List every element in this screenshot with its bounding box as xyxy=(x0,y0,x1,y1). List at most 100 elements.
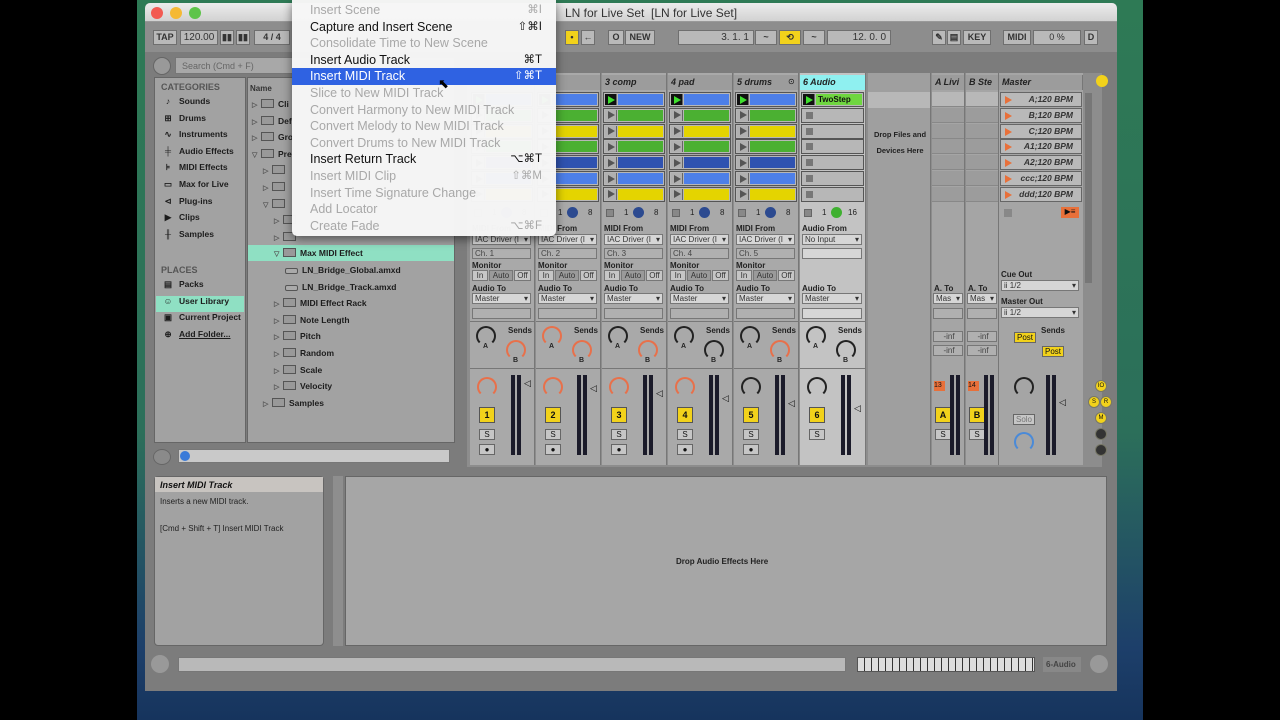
midi-map-button[interactable]: MIDI xyxy=(1003,30,1031,45)
clip-slot[interactable] xyxy=(669,155,731,171)
scene-launch-button[interactable]: ddd;120 BPM xyxy=(1000,186,1082,202)
solo-button[interactable]: S xyxy=(677,429,693,440)
clip-stop-button[interactable] xyxy=(806,111,813,119)
place-add-folder-[interactable]: ⊕ Add Folder... xyxy=(156,329,244,345)
output-type-dropdown[interactable]: Master xyxy=(604,293,663,304)
monitor-in-button[interactable]: In xyxy=(538,270,554,281)
minimize-button[interactable] xyxy=(170,7,182,19)
input-type-dropdown[interactable]: IAC Driver (I xyxy=(736,234,795,245)
clip-slot[interactable] xyxy=(669,139,731,155)
clip-launch-button[interactable] xyxy=(737,157,749,169)
category-plug-ins[interactable]: ⊲ Plug-ins xyxy=(161,196,245,212)
volume-fader-handle[interactable]: ◁ xyxy=(788,398,795,409)
clip-launch-button[interactable] xyxy=(671,157,683,169)
vertical-scrollbar[interactable] xyxy=(1085,93,1092,283)
menu-item[interactable]: Insert Audio Track ⌘T xyxy=(292,52,556,69)
output-channel-dropdown[interactable] xyxy=(472,308,531,319)
clip-launch-button[interactable] xyxy=(737,188,749,200)
menu-item[interactable]: Slice to New MIDI Track xyxy=(292,85,556,102)
input-type-dropdown[interactable]: No Input xyxy=(802,234,862,245)
clip-launch-button[interactable] xyxy=(671,173,683,184)
clip-launch-button[interactable] xyxy=(671,125,683,137)
track-activator-button[interactable]: 5 xyxy=(743,407,759,423)
file-row[interactable]: ▷ Note Length xyxy=(248,312,454,328)
clip[interactable] xyxy=(552,173,597,184)
scene-launch-button[interactable]: ccc;120 BPM xyxy=(1000,171,1082,186)
expand-arrow-icon[interactable]: ▷ xyxy=(274,364,283,378)
collapse-arrow-icon[interactable]: ▽ xyxy=(274,247,283,261)
input-channel-dropdown[interactable]: Ch. 4 xyxy=(670,248,729,259)
clip-slot[interactable] xyxy=(735,155,797,171)
clip-slot[interactable] xyxy=(735,92,797,107)
menu-item[interactable]: Insert Return Track ⌥⌘T xyxy=(292,151,556,168)
file-row[interactable]: ▷ MIDI Effect Rack xyxy=(248,295,454,311)
input-channel-dropdown[interactable]: Ch. 3 xyxy=(604,248,663,259)
clip-slot[interactable] xyxy=(669,107,731,123)
track-stop-button[interactable] xyxy=(606,209,614,217)
scene-launch-button[interactable]: A2;120 BPM xyxy=(1000,155,1082,171)
clip[interactable] xyxy=(552,125,597,137)
clip[interactable] xyxy=(618,188,663,200)
sends-toggle-button[interactable]: S xyxy=(1088,396,1100,408)
clip-launch-button[interactable] xyxy=(605,141,617,153)
session-view-button[interactable] xyxy=(1096,75,1108,87)
io-toggle-button[interactable]: IO xyxy=(1095,380,1107,392)
collapse-arrow-icon[interactable]: ▽ xyxy=(252,148,261,162)
output-type-dropdown[interactable]: Master xyxy=(472,293,531,304)
clip[interactable] xyxy=(684,125,729,137)
monitor-in-button[interactable]: In xyxy=(736,270,752,281)
clip-launch-button[interactable] xyxy=(671,141,683,153)
clip-slot[interactable] xyxy=(669,92,731,107)
input-channel-dropdown[interactable]: Ch. 2 xyxy=(538,248,597,259)
clip-slot[interactable] xyxy=(735,123,797,139)
master-track-header[interactable]: Master xyxy=(999,75,1083,90)
monitor-in-button[interactable]: In xyxy=(670,270,686,281)
tempo-field[interactable]: 120.00 xyxy=(180,30,218,45)
output-channel-dropdown[interactable] xyxy=(670,308,729,319)
preview-bar[interactable] xyxy=(178,449,450,463)
input-channel-dropdown[interactable]: Ch. 1 xyxy=(472,248,531,259)
clip[interactable] xyxy=(684,173,729,184)
clip-launch-button[interactable] xyxy=(605,94,617,105)
monitor-auto-button[interactable]: Auto xyxy=(555,270,579,281)
stop-all-clips-button[interactable] xyxy=(1004,209,1012,217)
category-instruments[interactable]: ∿ Instruments xyxy=(161,129,245,145)
expand-arrow-icon[interactable]: ▷ xyxy=(263,164,272,178)
clip[interactable] xyxy=(684,188,729,200)
clip-slot[interactable] xyxy=(801,139,864,155)
pan-knob[interactable] xyxy=(609,377,629,397)
solo-button[interactable]: S xyxy=(809,429,825,440)
menu-item[interactable]: Convert Melody to New MIDI Track xyxy=(292,118,556,135)
drop-files-zone[interactable]: Drop Files and Devices Here xyxy=(872,127,928,159)
clip-slot[interactable] xyxy=(801,123,864,139)
clip[interactable] xyxy=(750,94,795,105)
file-row[interactable]: ▷ Samples xyxy=(248,395,454,411)
expand-arrow-icon[interactable]: ▷ xyxy=(274,347,283,361)
monitor-in-button[interactable]: In xyxy=(604,270,620,281)
place-packs[interactable]: ▤ Packs xyxy=(156,279,244,295)
monitor-off-button[interactable]: Off xyxy=(778,270,795,281)
browser-toggle-button[interactable] xyxy=(153,57,171,75)
returns-toggle-button[interactable]: R xyxy=(1100,396,1112,408)
output-dropdown[interactable]: Mas xyxy=(967,293,997,304)
clip-launch-button[interactable] xyxy=(737,109,749,121)
menu-item[interactable]: Add Locator xyxy=(292,201,556,218)
solo-button[interactable]: S xyxy=(743,429,759,440)
input-channel-dropdown[interactable]: Ch. 5 xyxy=(736,248,795,259)
preview-toggle[interactable] xyxy=(153,449,171,465)
send-a-value[interactable]: -inf xyxy=(967,331,997,342)
clip-slot[interactable] xyxy=(603,92,665,107)
volume-fader-handle[interactable]: ◁ xyxy=(656,388,663,399)
tap-button[interactable]: TAP xyxy=(153,30,177,45)
clip-slot[interactable] xyxy=(801,186,864,202)
clip[interactable] xyxy=(684,94,729,105)
clip-launch-button[interactable] xyxy=(671,188,683,200)
scene-launch-button[interactable]: A;120 BPM xyxy=(1000,92,1082,107)
solo-button[interactable]: S xyxy=(479,429,495,440)
clip-launch-button[interactable] xyxy=(605,173,617,184)
track-activator-button[interactable]: 6 xyxy=(809,407,825,423)
return-track-header[interactable]: B Ste xyxy=(966,75,999,90)
volume-fader-handle[interactable]: ◁ xyxy=(1059,397,1066,408)
send-b-value[interactable]: -inf xyxy=(967,345,997,356)
track-header[interactable]: 3 comp xyxy=(602,75,667,90)
